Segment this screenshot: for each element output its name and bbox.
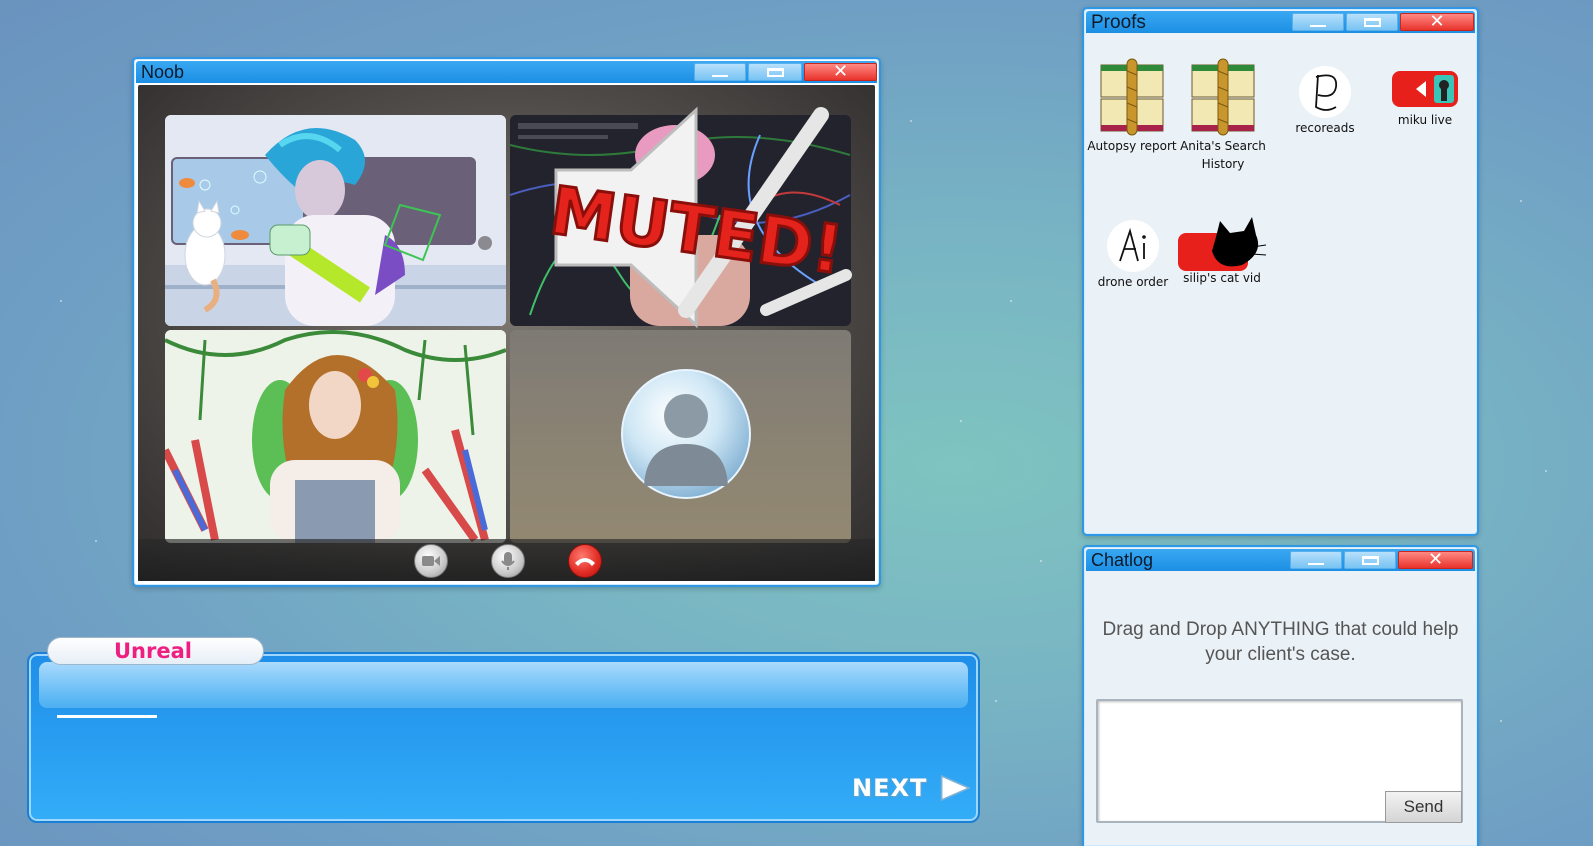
proof-label: recoreads: [1295, 121, 1355, 135]
minimize-button[interactable]: [694, 63, 746, 81]
minimize-icon: [1310, 25, 1326, 27]
proof-label: drone order: [1097, 275, 1169, 289]
call-controls-bar: [138, 539, 875, 581]
book-icon: [1191, 58, 1255, 136]
participant-video-3: [165, 330, 506, 543]
camera-button[interactable]: [414, 544, 448, 578]
book-icon: [1100, 58, 1164, 136]
chatlog-window[interactable]: Chatlog ✕ Drag and Drop ANYTHING that co…: [1082, 545, 1479, 846]
proof-item-cat-video[interactable]: silip's cat vid: [1174, 215, 1270, 287]
maximize-icon: [1363, 17, 1381, 27]
video-icon: [1178, 217, 1267, 271]
next-label: NEXT: [852, 774, 928, 802]
window-title: Chatlog: [1091, 550, 1154, 570]
microphone-icon: [501, 552, 515, 570]
dialogue-text-area: [39, 662, 968, 708]
microphone-button[interactable]: [491, 544, 525, 578]
app-logo-icon: [1299, 66, 1351, 118]
send-button[interactable]: Send: [1385, 791, 1462, 823]
video-icon: [1392, 71, 1458, 107]
hang-up-button[interactable]: [568, 544, 602, 578]
camera-icon: [422, 556, 440, 566]
maximize-icon: [766, 67, 784, 77]
maximize-icon: [1361, 555, 1379, 565]
close-button[interactable]: ✕: [1398, 551, 1473, 569]
proofs-window[interactable]: Proofs ✕ Autopsy report Anita's Search H…: [1082, 7, 1479, 536]
call-window[interactable]: Noob ✕ MUTED!: [132, 57, 881, 587]
muted-speaker-icon: MUTED!: [544, 106, 852, 329]
proof-item-search-history[interactable]: Anita's Search History: [1178, 57, 1268, 173]
app-logo-icon: [1107, 220, 1159, 272]
video-call-grid: MUTED!: [138, 85, 875, 581]
proof-label: Autopsy report: [1087, 139, 1177, 153]
chat-drop-hint: Drag and Drop ANYTHING that could help y…: [1102, 619, 1459, 665]
maximize-button[interactable]: [1346, 13, 1398, 31]
user-avatar-icon: [621, 369, 751, 499]
play-arrow-icon: [941, 775, 971, 801]
window-title: Noob: [141, 62, 185, 82]
proof-label: silip's cat vid: [1183, 271, 1261, 285]
close-button[interactable]: ✕: [804, 63, 877, 81]
next-button[interactable]: NEXT: [852, 770, 972, 806]
participant-video-1: [165, 115, 506, 326]
close-icon: ✕: [832, 61, 849, 82]
proofs-window-titlebar[interactable]: Proofs ✕: [1086, 11, 1475, 33]
speaker-name-tag: Unreal: [47, 637, 264, 665]
dialogue-box[interactable]: [27, 652, 980, 823]
maximize-button[interactable]: [1344, 551, 1396, 569]
proof-label: Anita's Search History: [1180, 139, 1266, 171]
close-icon: ✕: [1427, 549, 1444, 570]
minimize-button[interactable]: [1292, 13, 1344, 31]
window-title: Proofs: [1091, 12, 1146, 33]
proof-item-autopsy-report[interactable]: Autopsy report: [1086, 57, 1178, 155]
minimize-icon: [712, 75, 728, 77]
participant-video-4: [510, 330, 851, 543]
minimize-button[interactable]: [1290, 551, 1342, 569]
maximize-button[interactable]: [748, 63, 802, 81]
hang-up-icon: [575, 558, 595, 566]
close-button[interactable]: ✕: [1400, 13, 1474, 31]
text-cursor-line: [57, 715, 157, 718]
proof-item-recoreads[interactable]: recoreads: [1280, 65, 1370, 137]
close-icon: ✕: [1429, 11, 1445, 32]
proof-item-drone-order[interactable]: drone order: [1088, 219, 1178, 291]
call-window-titlebar[interactable]: Noob ✕: [136, 61, 877, 83]
minimize-icon: [1308, 563, 1324, 565]
chatlog-window-titlebar[interactable]: Chatlog ✕: [1086, 549, 1475, 571]
proof-item-miku-live[interactable]: miku live: [1380, 67, 1470, 129]
proof-label: miku live: [1397, 113, 1453, 127]
